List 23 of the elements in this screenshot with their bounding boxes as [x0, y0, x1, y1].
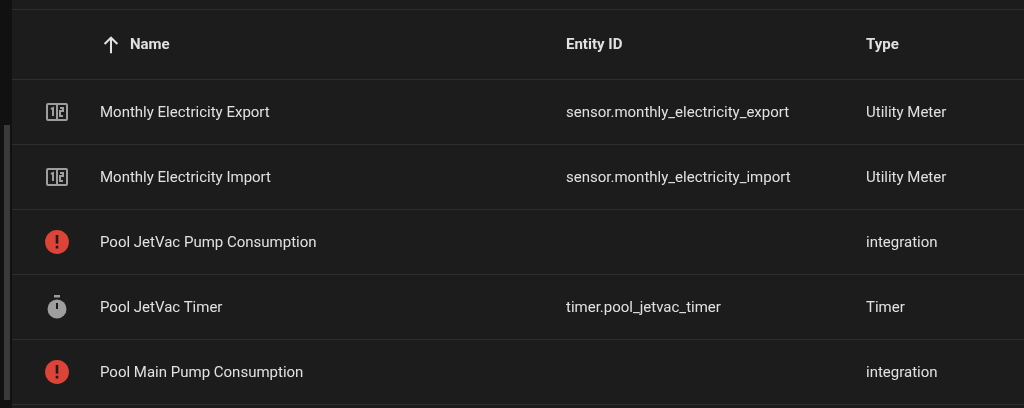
counter-icon: [45, 100, 69, 124]
alert-icon: [44, 359, 70, 385]
table-cell: sensor.monthly_electricity_export: [566, 102, 790, 121]
table-cell: Utility Meter: [866, 102, 947, 121]
column-header[interactable]: Name: [130, 33, 170, 56]
table-cell: Monthly Electricity Import: [100, 167, 271, 186]
counter-icon: [45, 165, 69, 189]
table-cell: Monthly Electricity Export: [100, 102, 270, 121]
table-cell: Pool JetVac Timer: [100, 297, 223, 316]
table-cell: integration: [866, 362, 938, 381]
column-header[interactable]: Entity ID: [566, 33, 623, 56]
table-cell: Timer: [866, 297, 905, 316]
table-cell: Utility Meter: [866, 167, 947, 186]
alert-icon: [44, 229, 70, 255]
table-cell: Pool JetVac Pump Consumption: [100, 232, 317, 251]
table-cell: Pool Main Pump Consumption: [100, 362, 304, 381]
table-cell: integration: [866, 232, 938, 251]
table-cell: timer.pool_jetvac_timer: [566, 297, 721, 316]
column-header[interactable]: Type: [866, 33, 899, 56]
scrollbar-thumb[interactable]: [4, 125, 10, 400]
stopwatch-icon: [45, 294, 69, 320]
scrollbar[interactable]: [0, 0, 12, 408]
table-cell: sensor.monthly_electricity_import: [566, 167, 791, 186]
